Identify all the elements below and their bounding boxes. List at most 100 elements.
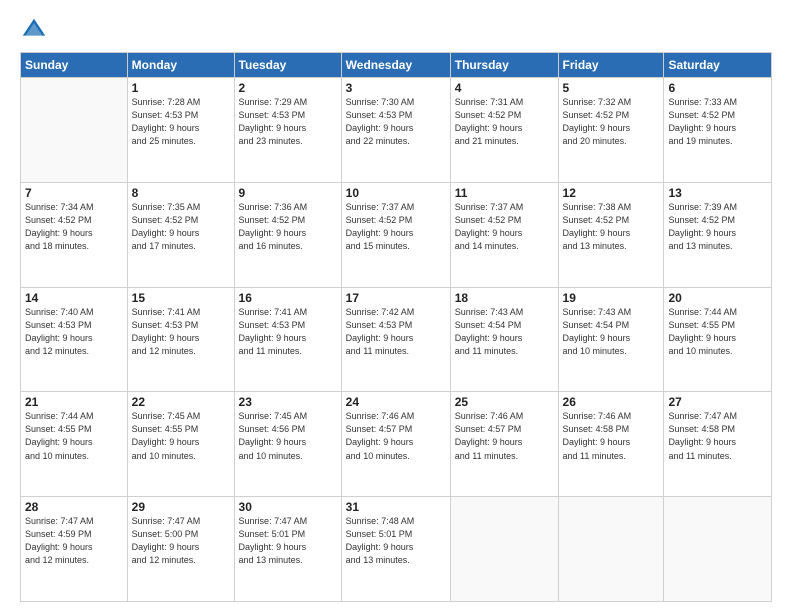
cell-w3-d1: 14Sunrise: 7:40 AM Sunset: 4:53 PM Dayli… <box>21 287 128 392</box>
day-info-24: Sunrise: 7:46 AM Sunset: 4:57 PM Dayligh… <box>346 410 446 462</box>
cell-w2-d5: 11Sunrise: 7:37 AM Sunset: 4:52 PM Dayli… <box>450 182 558 287</box>
day-number-6: 6 <box>668 81 767 95</box>
day-info-1: Sunrise: 7:28 AM Sunset: 4:53 PM Dayligh… <box>132 96 230 148</box>
day-info-2: Sunrise: 7:29 AM Sunset: 4:53 PM Dayligh… <box>239 96 337 148</box>
cell-w1-d3: 2Sunrise: 7:29 AM Sunset: 4:53 PM Daylig… <box>234 78 341 183</box>
week-row-2: 7Sunrise: 7:34 AM Sunset: 4:52 PM Daylig… <box>21 182 772 287</box>
day-number-21: 21 <box>25 395 123 409</box>
page: Sunday Monday Tuesday Wednesday Thursday… <box>0 0 792 612</box>
day-info-21: Sunrise: 7:44 AM Sunset: 4:55 PM Dayligh… <box>25 410 123 462</box>
day-number-12: 12 <box>563 186 660 200</box>
cell-w5-d6 <box>558 497 664 602</box>
calendar-table: Sunday Monday Tuesday Wednesday Thursday… <box>20 52 772 602</box>
cell-w3-d6: 19Sunrise: 7:43 AM Sunset: 4:54 PM Dayli… <box>558 287 664 392</box>
day-number-11: 11 <box>455 186 554 200</box>
cell-w5-d7 <box>664 497 772 602</box>
day-info-12: Sunrise: 7:38 AM Sunset: 4:52 PM Dayligh… <box>563 201 660 253</box>
week-row-4: 21Sunrise: 7:44 AM Sunset: 4:55 PM Dayli… <box>21 392 772 497</box>
day-info-16: Sunrise: 7:41 AM Sunset: 4:53 PM Dayligh… <box>239 306 337 358</box>
cell-w2-d4: 10Sunrise: 7:37 AM Sunset: 4:52 PM Dayli… <box>341 182 450 287</box>
cell-w5-d2: 29Sunrise: 7:47 AM Sunset: 5:00 PM Dayli… <box>127 497 234 602</box>
day-info-4: Sunrise: 7:31 AM Sunset: 4:52 PM Dayligh… <box>455 96 554 148</box>
cell-w3-d4: 17Sunrise: 7:42 AM Sunset: 4:53 PM Dayli… <box>341 287 450 392</box>
day-number-8: 8 <box>132 186 230 200</box>
col-friday: Friday <box>558 53 664 78</box>
day-info-5: Sunrise: 7:32 AM Sunset: 4:52 PM Dayligh… <box>563 96 660 148</box>
day-number-5: 5 <box>563 81 660 95</box>
cell-w3-d5: 18Sunrise: 7:43 AM Sunset: 4:54 PM Dayli… <box>450 287 558 392</box>
day-info-23: Sunrise: 7:45 AM Sunset: 4:56 PM Dayligh… <box>239 410 337 462</box>
day-number-27: 27 <box>668 395 767 409</box>
day-number-18: 18 <box>455 291 554 305</box>
col-monday: Monday <box>127 53 234 78</box>
day-number-15: 15 <box>132 291 230 305</box>
cell-w3-d7: 20Sunrise: 7:44 AM Sunset: 4:55 PM Dayli… <box>664 287 772 392</box>
day-number-23: 23 <box>239 395 337 409</box>
day-info-11: Sunrise: 7:37 AM Sunset: 4:52 PM Dayligh… <box>455 201 554 253</box>
cell-w4-d2: 22Sunrise: 7:45 AM Sunset: 4:55 PM Dayli… <box>127 392 234 497</box>
col-thursday: Thursday <box>450 53 558 78</box>
cell-w4-d6: 26Sunrise: 7:46 AM Sunset: 4:58 PM Dayli… <box>558 392 664 497</box>
cell-w5-d1: 28Sunrise: 7:47 AM Sunset: 4:59 PM Dayli… <box>21 497 128 602</box>
col-tuesday: Tuesday <box>234 53 341 78</box>
cell-w5-d3: 30Sunrise: 7:47 AM Sunset: 5:01 PM Dayli… <box>234 497 341 602</box>
col-wednesday: Wednesday <box>341 53 450 78</box>
day-info-26: Sunrise: 7:46 AM Sunset: 4:58 PM Dayligh… <box>563 410 660 462</box>
col-sunday: Sunday <box>21 53 128 78</box>
header <box>20 16 772 44</box>
day-info-20: Sunrise: 7:44 AM Sunset: 4:55 PM Dayligh… <box>668 306 767 358</box>
day-info-17: Sunrise: 7:42 AM Sunset: 4:53 PM Dayligh… <box>346 306 446 358</box>
day-info-9: Sunrise: 7:36 AM Sunset: 4:52 PM Dayligh… <box>239 201 337 253</box>
cell-w4-d7: 27Sunrise: 7:47 AM Sunset: 4:58 PM Dayli… <box>664 392 772 497</box>
day-info-7: Sunrise: 7:34 AM Sunset: 4:52 PM Dayligh… <box>25 201 123 253</box>
day-info-8: Sunrise: 7:35 AM Sunset: 4:52 PM Dayligh… <box>132 201 230 253</box>
cell-w5-d4: 31Sunrise: 7:48 AM Sunset: 5:01 PM Dayli… <box>341 497 450 602</box>
cell-w1-d4: 3Sunrise: 7:30 AM Sunset: 4:53 PM Daylig… <box>341 78 450 183</box>
day-number-30: 30 <box>239 500 337 514</box>
col-saturday: Saturday <box>664 53 772 78</box>
day-info-28: Sunrise: 7:47 AM Sunset: 4:59 PM Dayligh… <box>25 515 123 567</box>
day-number-2: 2 <box>239 81 337 95</box>
day-number-7: 7 <box>25 186 123 200</box>
day-info-10: Sunrise: 7:37 AM Sunset: 4:52 PM Dayligh… <box>346 201 446 253</box>
day-number-16: 16 <box>239 291 337 305</box>
day-number-22: 22 <box>132 395 230 409</box>
week-row-1: 1Sunrise: 7:28 AM Sunset: 4:53 PM Daylig… <box>21 78 772 183</box>
cell-w2-d3: 9Sunrise: 7:36 AM Sunset: 4:52 PM Daylig… <box>234 182 341 287</box>
cell-w2-d6: 12Sunrise: 7:38 AM Sunset: 4:52 PM Dayli… <box>558 182 664 287</box>
day-number-3: 3 <box>346 81 446 95</box>
cell-w3-d3: 16Sunrise: 7:41 AM Sunset: 4:53 PM Dayli… <box>234 287 341 392</box>
cell-w1-d1 <box>21 78 128 183</box>
day-number-19: 19 <box>563 291 660 305</box>
day-number-25: 25 <box>455 395 554 409</box>
day-number-29: 29 <box>132 500 230 514</box>
day-number-4: 4 <box>455 81 554 95</box>
day-number-20: 20 <box>668 291 767 305</box>
day-info-29: Sunrise: 7:47 AM Sunset: 5:00 PM Dayligh… <box>132 515 230 567</box>
day-info-22: Sunrise: 7:45 AM Sunset: 4:55 PM Dayligh… <box>132 410 230 462</box>
day-info-14: Sunrise: 7:40 AM Sunset: 4:53 PM Dayligh… <box>25 306 123 358</box>
day-info-27: Sunrise: 7:47 AM Sunset: 4:58 PM Dayligh… <box>668 410 767 462</box>
day-info-31: Sunrise: 7:48 AM Sunset: 5:01 PM Dayligh… <box>346 515 446 567</box>
cell-w4-d3: 23Sunrise: 7:45 AM Sunset: 4:56 PM Dayli… <box>234 392 341 497</box>
day-info-13: Sunrise: 7:39 AM Sunset: 4:52 PM Dayligh… <box>668 201 767 253</box>
day-info-15: Sunrise: 7:41 AM Sunset: 4:53 PM Dayligh… <box>132 306 230 358</box>
cell-w1-d2: 1Sunrise: 7:28 AM Sunset: 4:53 PM Daylig… <box>127 78 234 183</box>
cell-w2-d7: 13Sunrise: 7:39 AM Sunset: 4:52 PM Dayli… <box>664 182 772 287</box>
day-info-18: Sunrise: 7:43 AM Sunset: 4:54 PM Dayligh… <box>455 306 554 358</box>
day-number-31: 31 <box>346 500 446 514</box>
day-info-6: Sunrise: 7:33 AM Sunset: 4:52 PM Dayligh… <box>668 96 767 148</box>
cell-w1-d5: 4Sunrise: 7:31 AM Sunset: 4:52 PM Daylig… <box>450 78 558 183</box>
logo <box>20 16 50 44</box>
day-number-1: 1 <box>132 81 230 95</box>
cell-w2-d1: 7Sunrise: 7:34 AM Sunset: 4:52 PM Daylig… <box>21 182 128 287</box>
cell-w2-d2: 8Sunrise: 7:35 AM Sunset: 4:52 PM Daylig… <box>127 182 234 287</box>
day-number-17: 17 <box>346 291 446 305</box>
cell-w3-d2: 15Sunrise: 7:41 AM Sunset: 4:53 PM Dayli… <box>127 287 234 392</box>
cell-w1-d6: 5Sunrise: 7:32 AM Sunset: 4:52 PM Daylig… <box>558 78 664 183</box>
cell-w1-d7: 6Sunrise: 7:33 AM Sunset: 4:52 PM Daylig… <box>664 78 772 183</box>
day-info-19: Sunrise: 7:43 AM Sunset: 4:54 PM Dayligh… <box>563 306 660 358</box>
day-number-24: 24 <box>346 395 446 409</box>
day-number-10: 10 <box>346 186 446 200</box>
cell-w5-d5 <box>450 497 558 602</box>
